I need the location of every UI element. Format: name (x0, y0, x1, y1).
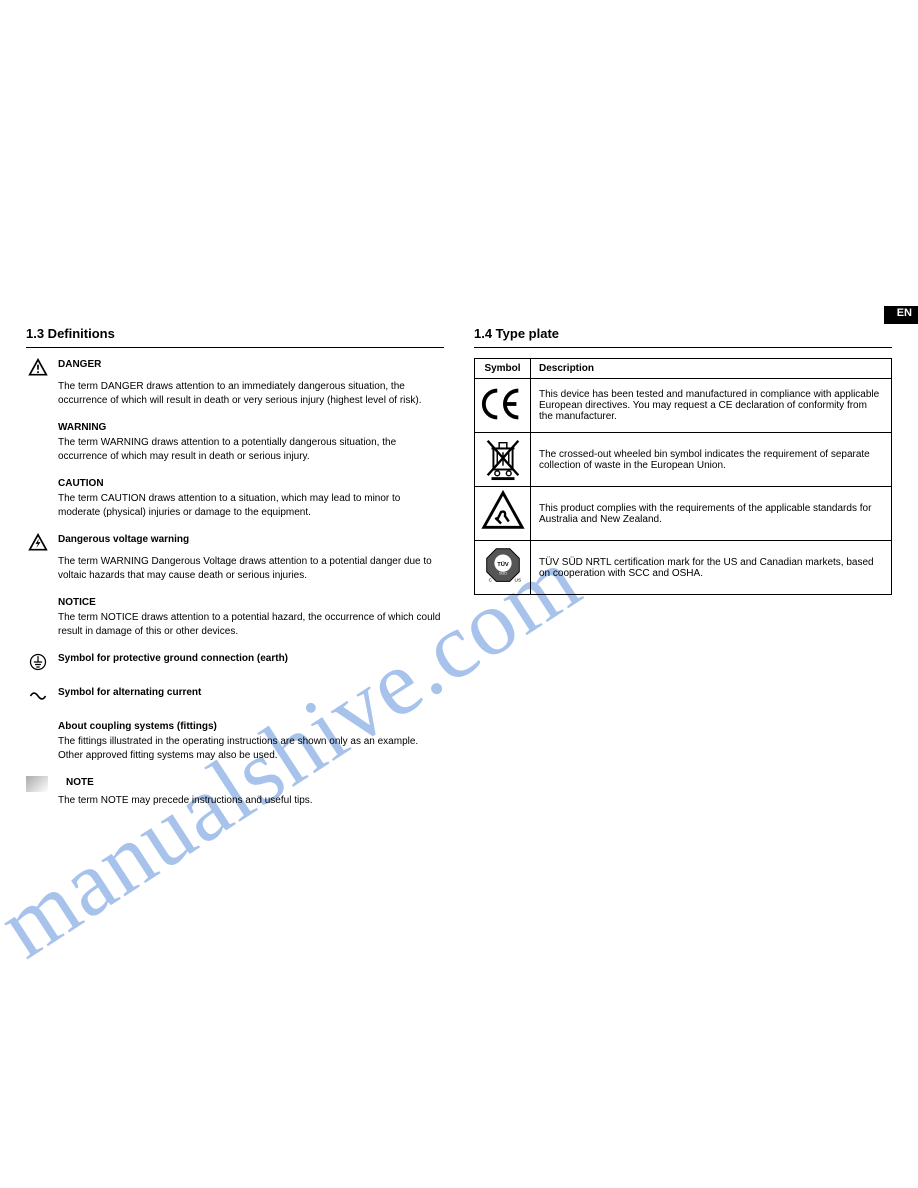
th-desc: Description (531, 359, 892, 379)
voltage-term: Dangerous voltage warning (58, 533, 189, 546)
page-tab-label: EN (897, 307, 912, 319)
rcm-icon (475, 487, 531, 541)
def-notice: NOTICE The term NOTICE draws attention t… (26, 596, 444, 638)
voltage-desc: The term WARNING Dangerous Voltage draws… (58, 555, 444, 582)
notice-desc: The term NOTICE draws attention to a pot… (58, 611, 444, 638)
notice-term: NOTICE (58, 596, 96, 609)
caution-desc: The term CAUTION draws attention to a si… (58, 492, 444, 519)
symbol-table: Symbol Description This device has been … (474, 358, 892, 595)
definitions-heading: 1.3 Definitions (26, 326, 444, 348)
fitting-term: About coupling systems (fittings) (58, 720, 217, 733)
def-voltage: Dangerous voltage warning The term WARNI… (26, 533, 444, 582)
def-caution: CAUTION The term CAUTION draws attention… (26, 477, 444, 519)
typeplate-heading: 1.4 Type plate (474, 326, 892, 348)
ce-desc: This device has been tested and manufact… (531, 379, 892, 433)
danger-desc: The term DANGER draws attention to an im… (58, 380, 444, 407)
tuv-desc: TÜV SÜD NRTL certification mark for the … (531, 541, 892, 595)
table-header-row: Symbol Description (475, 359, 892, 379)
def-warning: WARNING The term WARNING draws attention… (26, 421, 444, 463)
warning-desc: The term WARNING draws attention to a po… (58, 436, 444, 463)
tuv-icon: TÜV SÜD C US (475, 541, 531, 595)
voltage-triangle-icon (26, 533, 50, 553)
note-term: NOTE (66, 776, 94, 789)
danger-term: DANGER (58, 358, 101, 371)
def-note: NOTE The term NOTE may precede instructi… (26, 776, 444, 808)
page-container: manualshive.com EN 1.3 Definitions DANGE… (0, 0, 918, 1188)
def-fitting: About coupling systems (fittings) The fi… (26, 720, 444, 762)
def-ac: Symbol for alternating current (26, 686, 444, 706)
table-row-rcm: This product complies with the requireme… (475, 487, 892, 541)
th-symbol: Symbol (475, 359, 531, 379)
def-ground: Symbol for protective ground connection … (26, 652, 444, 672)
left-column: 1.3 Definitions DANGER The term DANGER d… (26, 20, 444, 822)
svg-text:SÜD: SÜD (498, 572, 506, 576)
table-row-tuv: TÜV SÜD C US TÜV SÜD NRTL certification … (475, 541, 892, 595)
table-row-ce: This device has been tested and manufact… (475, 379, 892, 433)
note-block-icon (26, 776, 48, 792)
note-desc: The term NOTE may precede instructions a… (58, 794, 444, 808)
ac-icon (26, 686, 50, 706)
svg-text:TÜV: TÜV (497, 561, 509, 568)
rcm-desc: This product complies with the requireme… (531, 487, 892, 541)
ac-term: Symbol for alternating current (58, 686, 201, 699)
weee-bin-icon (475, 433, 531, 487)
warning-triangle-icon (26, 358, 50, 378)
ce-mark-icon (475, 379, 531, 433)
ground-term: Symbol for protective ground connection … (58, 652, 288, 665)
ground-icon (26, 652, 50, 672)
weee-desc: The crossed-out wheeled bin symbol indic… (531, 433, 892, 487)
fitting-desc: The fittings illustrated in the operatin… (58, 735, 444, 762)
right-column: 1.4 Type plate Symbol Description This d… (474, 20, 892, 822)
def-danger: DANGER The term DANGER draws attention t… (26, 358, 444, 407)
svg-text:US: US (514, 577, 521, 583)
caution-term: CAUTION (58, 477, 104, 490)
svg-text:C: C (488, 577, 492, 583)
table-row-weee: The crossed-out wheeled bin symbol indic… (475, 433, 892, 487)
warning-term: WARNING (58, 421, 106, 434)
